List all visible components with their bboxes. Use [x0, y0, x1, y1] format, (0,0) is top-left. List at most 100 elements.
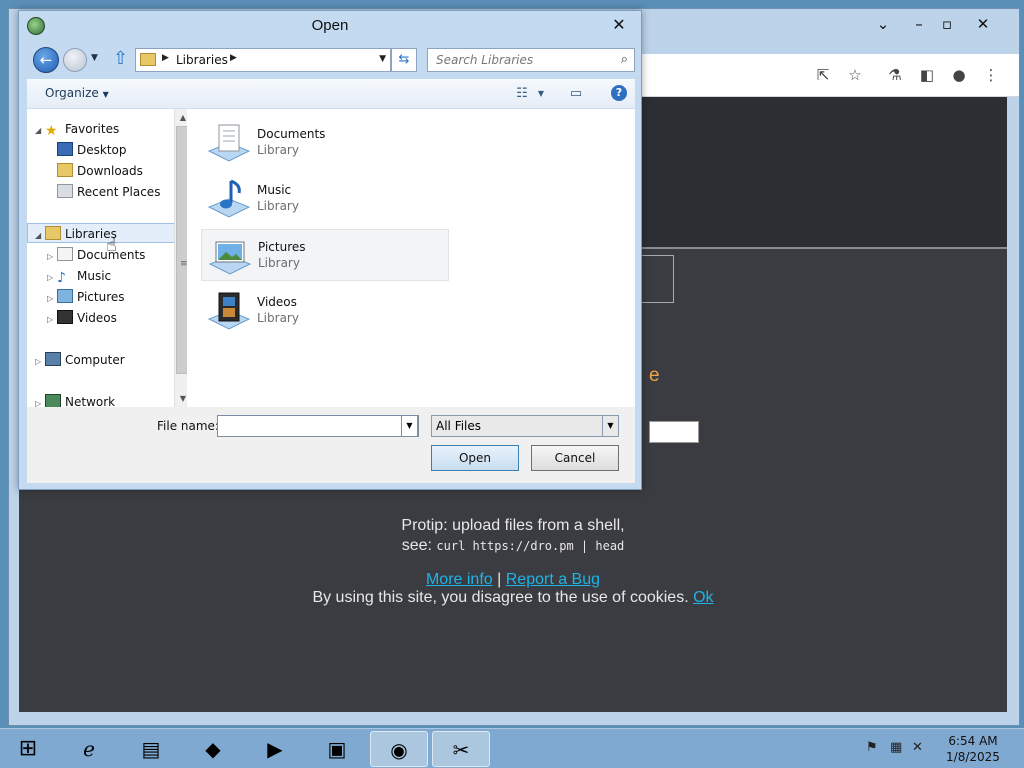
- tree-item-pictures[interactable]: ▷ Pictures: [47, 287, 125, 307]
- page-heading-fragment: e: [649, 365, 660, 386]
- item-type: Library: [257, 199, 299, 213]
- collapse-arrow-icon[interactable]: ▷: [47, 289, 57, 309]
- file-list: Documents Library Music Library Pictures…: [187, 109, 635, 407]
- library-item-pictures[interactable]: Pictures Library: [201, 229, 449, 281]
- windows-start-icon[interactable]: ⊞: [8, 735, 48, 763]
- sidepanel-icon[interactable]: ◧: [916, 64, 938, 86]
- expand-arrow-icon[interactable]: ◢: [35, 121, 45, 141]
- tree-item-videos[interactable]: ▷ Videos: [47, 308, 117, 328]
- maximize-icon[interactable]: ▫: [933, 13, 961, 35]
- page-upload-box[interactable]: [641, 255, 674, 303]
- volume-muted-icon[interactable]: ✕: [912, 740, 923, 755]
- libraries-folder-icon: [45, 226, 61, 240]
- tree-item-recent-places[interactable]: Recent Places: [57, 182, 160, 202]
- minimize-icon[interactable]: –: [905, 13, 933, 35]
- open-button[interactable]: Open: [431, 445, 519, 471]
- item-name: Music: [257, 183, 292, 197]
- browser-taskbar-icon[interactable]: ◉: [370, 731, 428, 767]
- document-viewer-icon[interactable]: ▣: [308, 731, 366, 767]
- desktop-icon: [57, 142, 73, 156]
- recent-places-icon: [57, 184, 73, 198]
- organize-button[interactable]: Organize ▼: [45, 86, 109, 100]
- collapse-arrow-icon[interactable]: ▷: [47, 247, 57, 267]
- internet-explorer-icon[interactable]: ℯ: [60, 731, 118, 767]
- cancel-button[interactable]: Cancel: [531, 445, 619, 471]
- more-info-link[interactable]: More info: [426, 571, 493, 588]
- share-icon[interactable]: ⇱: [812, 64, 834, 86]
- file-name-label: File name:: [157, 419, 219, 433]
- clock-time: 6:54 AM: [948, 734, 998, 748]
- tree-item-desktop[interactable]: Desktop: [57, 140, 127, 160]
- preview-pane-icon[interactable]: ▭: [567, 84, 585, 104]
- tree-item-downloads[interactable]: Downloads: [57, 161, 143, 181]
- clock-date: 1/8/2025: [946, 750, 1000, 764]
- search-icon[interactable]: ⌕: [621, 52, 628, 67]
- libraries-folder-icon: [140, 53, 156, 66]
- system-clock[interactable]: 6:54 AM 1/8/2025: [938, 733, 1008, 765]
- documents-icon: [57, 247, 73, 261]
- search-input[interactable]: [434, 50, 610, 70]
- search-box[interactable]: ⌕: [427, 48, 635, 72]
- close-icon[interactable]: ✕: [607, 13, 631, 37]
- chevron-right-icon[interactable]: ▶: [230, 53, 237, 63]
- report-bug-link[interactable]: Report a Bug: [506, 571, 600, 588]
- back-arrow-icon[interactable]: ←: [33, 47, 59, 73]
- star-icon[interactable]: ☆: [844, 64, 866, 86]
- page-text-input[interactable]: [649, 421, 699, 443]
- tree-item-documents[interactable]: ▷ Documents: [47, 245, 145, 265]
- flag-icon[interactable]: ⚑: [866, 740, 878, 755]
- history-dropdown-icon[interactable]: ▼: [91, 53, 98, 63]
- star-icon: ★: [45, 123, 58, 139]
- menu-dots-icon[interactable]: ⋮: [980, 64, 1002, 86]
- library-item-music[interactable]: Music Library: [201, 173, 449, 225]
- navigation-pane: ◢ ★ Favorites Desktop Downloads Recent Pla…: [27, 109, 191, 409]
- chevron-down-icon[interactable]: ⌄: [869, 13, 897, 35]
- view-options-icon[interactable]: ☷: [513, 84, 531, 104]
- link-separator: |: [497, 571, 502, 588]
- help-icon[interactable]: ?: [611, 85, 627, 101]
- protip-see-label: see:: [401, 537, 432, 554]
- media-player-icon[interactable]: ▶: [246, 731, 304, 767]
- address-dropdown-icon[interactable]: ▼: [379, 54, 386, 64]
- file-name-dropdown-icon[interactable]: ▼: [401, 415, 418, 437]
- forward-arrow-icon[interactable]: [63, 48, 87, 72]
- up-arrow-icon[interactable]: ⇧: [113, 49, 128, 69]
- chevron-right-icon[interactable]: ▶: [162, 53, 169, 63]
- flask-icon[interactable]: ⚗: [884, 64, 906, 86]
- cookie-ok-link[interactable]: Ok: [693, 589, 713, 606]
- package-icon[interactable]: ◆: [184, 731, 242, 767]
- collapse-arrow-icon[interactable]: ▷: [47, 268, 57, 288]
- file-type-select[interactable]: All Files ▼: [431, 415, 619, 437]
- item-type: Library: [257, 143, 299, 157]
- pictures-icon: [57, 289, 73, 303]
- tree-item-libraries[interactable]: ◢ Libraries: [35, 224, 117, 244]
- videos-library-icon: [207, 292, 251, 330]
- close-icon[interactable]: ✕: [969, 13, 997, 35]
- breadcrumb-libraries[interactable]: Libraries: [176, 53, 228, 67]
- address-bar[interactable]: ▶ Libraries ▶ ▼: [135, 48, 391, 72]
- tree-label: Favorites: [65, 122, 120, 136]
- film-strip-icon: [57, 310, 73, 324]
- tree-label: Desktop: [77, 143, 127, 157]
- tools-taskbar-icon[interactable]: ✂: [432, 731, 490, 767]
- documents-library-icon: [207, 124, 251, 162]
- refresh-icon[interactable]: ⇆: [391, 48, 417, 72]
- item-name: Videos: [257, 295, 297, 309]
- dialog-title: Open: [311, 17, 349, 34]
- view-dropdown-icon[interactable]: ▼: [535, 84, 547, 104]
- music-note-icon: ♪: [57, 270, 66, 286]
- tree-item-favorites[interactable]: ◢ ★ Favorites: [35, 119, 119, 139]
- cookie-notice: By using this site, you disagree to the …: [19, 589, 1007, 607]
- library-item-videos[interactable]: Videos Library: [201, 285, 449, 337]
- profile-icon[interactable]: ●: [948, 64, 970, 86]
- tree-item-computer[interactable]: ▷ Computer: [35, 350, 125, 370]
- network-tray-icon[interactable]: ▦: [890, 740, 902, 755]
- collapse-arrow-icon[interactable]: ▷: [35, 352, 45, 372]
- library-item-documents[interactable]: Documents Library: [201, 117, 449, 169]
- expand-arrow-icon[interactable]: ◢: [35, 226, 45, 246]
- file-name-input[interactable]: [217, 415, 419, 437]
- collapse-arrow-icon[interactable]: ▷: [47, 310, 57, 330]
- chevron-down-icon[interactable]: ▼: [602, 416, 618, 436]
- file-explorer-icon[interactable]: ▤: [122, 731, 180, 767]
- tree-item-music[interactable]: ▷ ♪ Music: [47, 266, 111, 286]
